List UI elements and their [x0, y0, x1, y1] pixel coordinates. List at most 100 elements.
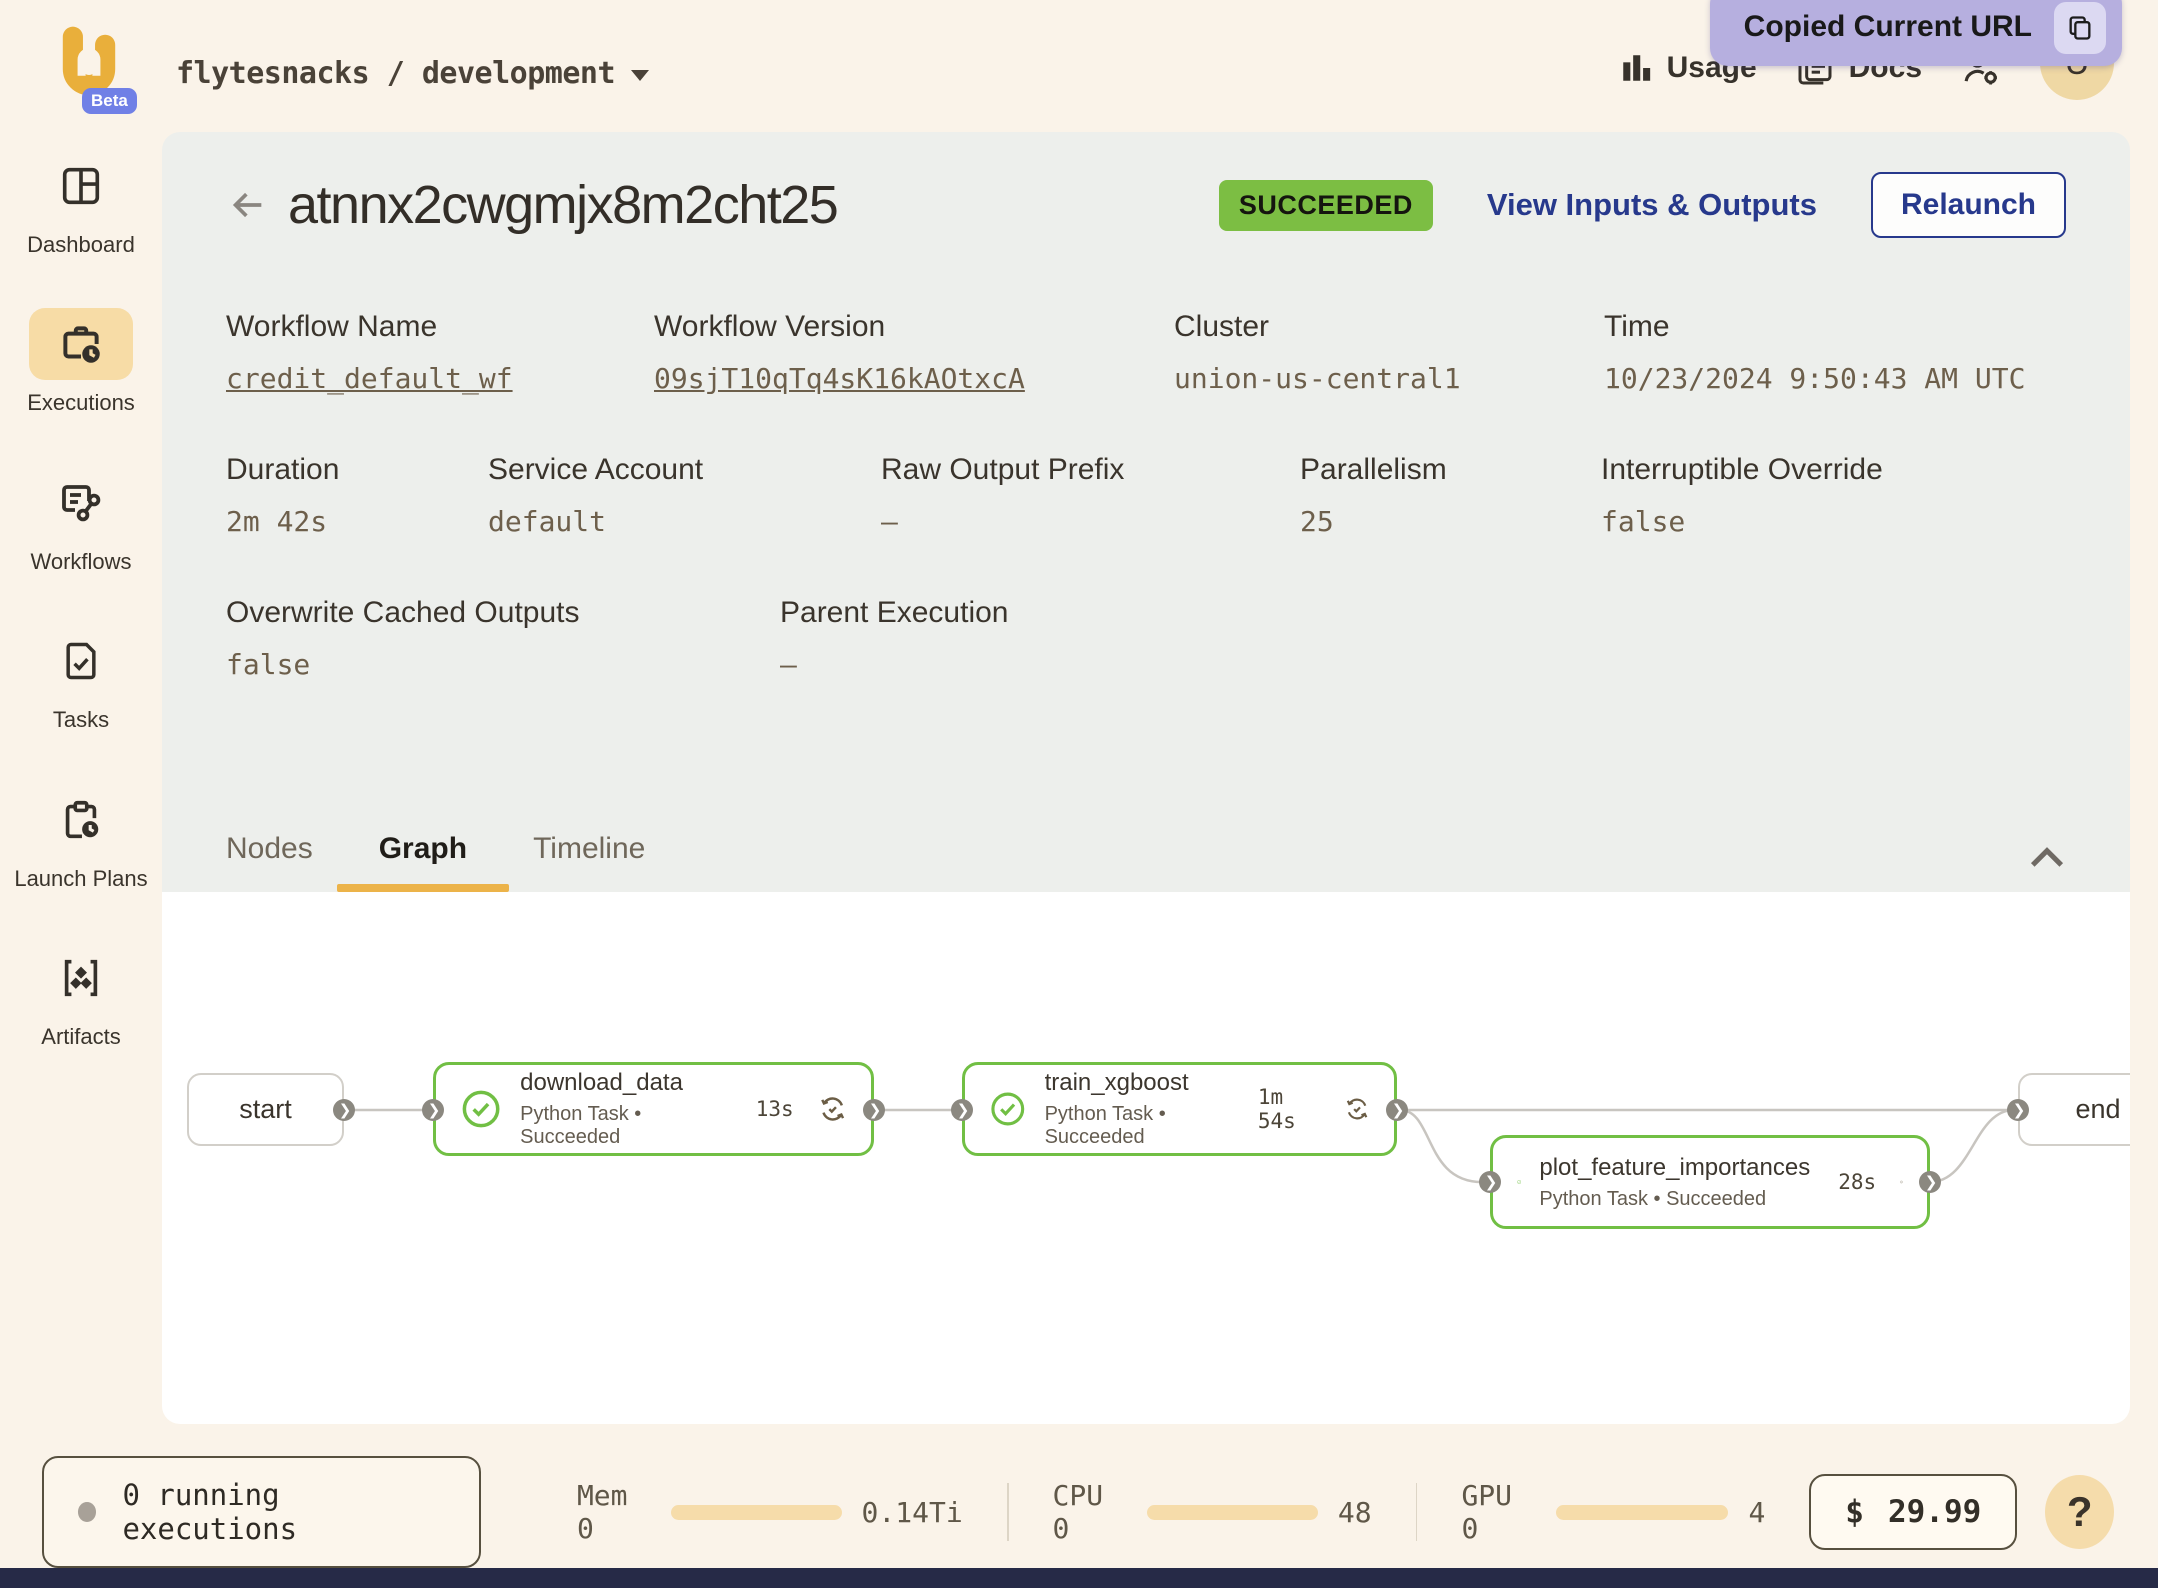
meta-field-raw-output-prefix: Raw Output Prefix –	[881, 453, 1300, 538]
graph-node-download-data[interactable]: download_data Python Task • Succeeded 13…	[433, 1062, 874, 1156]
tab-bar: Nodes Graph Timeline	[226, 808, 2066, 892]
graph-node-plot-feature-importances[interactable]: plot_feature_importances Python Task • S…	[1490, 1135, 1930, 1229]
workflow-version-link[interactable]: 09sjT10qTq4sK16kAOtxcA	[654, 362, 1174, 395]
meta-field-overwrite-cached-outputs: Overwrite Cached Outputs false	[226, 596, 780, 681]
copied-url-toast: Copied Current URL	[1710, 0, 2122, 66]
node-label: end	[2075, 1094, 2120, 1125]
workflow-name-link[interactable]: credit_default_wf	[226, 362, 654, 395]
check-circle-icon	[989, 1086, 1027, 1132]
memory-meter: Mem 0 0.14Ti	[533, 1479, 1007, 1545]
execution-detail-card: atnnx2cwgmjx8m2cht25 SUCCEEDED View Inpu…	[162, 132, 2130, 892]
port-icon: ❯	[333, 1099, 355, 1121]
artifacts-icon	[58, 955, 104, 1001]
meta-field-workflow-version: Workflow Version 09sjT10qTq4sK16kAOtxcA	[654, 310, 1174, 395]
gpu-meter: GPU 0 4	[1417, 1479, 1809, 1545]
cpu-meter: CPU 0 48	[1009, 1479, 1416, 1545]
check-circle-icon	[1517, 1159, 1521, 1205]
collapse-panel-button[interactable]	[2028, 844, 2066, 892]
task-meta: Python Task • Succeeded	[1539, 1188, 1810, 1211]
tasks-icon	[59, 639, 103, 683]
meta-field-parent-execution: Parent Execution –	[780, 596, 1008, 681]
meta-field-cluster: Cluster union-us-central1	[1174, 310, 1604, 395]
relaunch-button[interactable]: Relaunch	[1871, 172, 2066, 238]
cost-value: 29.99	[1888, 1494, 1981, 1530]
port-icon: ❯	[1919, 1171, 1941, 1193]
copy-button[interactable]	[2054, 2, 2106, 54]
bottom-edge-strip	[0, 1568, 2158, 1588]
port-icon: ❯	[863, 1099, 885, 1121]
task-duration: 28s	[1838, 1170, 1876, 1194]
breadcrumb[interactable]: flytesnacks / development	[176, 56, 649, 91]
workflow-graph[interactable]: start download_data Python Task • Succee…	[162, 892, 2130, 1424]
running-executions-pill[interactable]: 0 running executions	[42, 1456, 481, 1568]
sidebar-item-dashboard[interactable]: Dashboard	[6, 150, 156, 258]
sidebar-label: Artifacts	[41, 1024, 120, 1050]
info-icon	[1900, 1167, 1903, 1197]
copy-icon	[2066, 14, 2094, 42]
sidebar-item-launch-plans[interactable]: Launch Plans	[6, 784, 156, 892]
toast-message: Copied Current URL	[1744, 10, 2032, 46]
sidebar-item-artifacts[interactable]: Artifacts	[6, 942, 156, 1050]
dashboard-icon	[58, 163, 104, 209]
meta-field-duration: Duration 2m 42s	[226, 453, 488, 538]
arrow-left-icon	[228, 185, 268, 225]
launch-plans-icon	[58, 797, 104, 843]
bar-chart-icon	[1619, 51, 1653, 85]
beta-badge: Beta	[82, 88, 137, 114]
task-meta: Python Task • Succeeded	[1045, 1103, 1230, 1149]
port-icon: ❯	[1479, 1171, 1501, 1193]
sidebar: Dashboard Executions Workflows Tasks	[0, 150, 162, 1050]
tab-nodes[interactable]: Nodes	[226, 832, 313, 892]
task-duration: 13s	[756, 1097, 794, 1121]
node-label: start	[239, 1094, 292, 1125]
dollar-icon: $	[1845, 1494, 1864, 1530]
running-executions-label: 0 running executions	[122, 1478, 444, 1546]
status-badge: SUCCEEDED	[1219, 180, 1433, 231]
back-button[interactable]	[226, 183, 270, 227]
task-name: train_xgboost	[1045, 1069, 1230, 1097]
sidebar-item-workflows[interactable]: Workflows	[6, 467, 156, 575]
task-name: plot_feature_importances	[1539, 1154, 1810, 1182]
graph-node-train-xgboost[interactable]: train_xgboost Python Task • Succeeded 1m…	[962, 1062, 1397, 1156]
help-label: ?	[2067, 1488, 2093, 1536]
graph-node-end[interactable]: end	[2018, 1073, 2130, 1146]
chevron-up-icon	[2028, 844, 2066, 870]
task-meta: Python Task • Succeeded	[520, 1103, 728, 1149]
cache-icon	[818, 1093, 847, 1125]
meta-field-interruptible-override: Interruptible Override false	[1601, 453, 1883, 538]
sidebar-label: Launch Plans	[14, 866, 147, 892]
help-button[interactable]: ?	[2045, 1475, 2114, 1549]
meta-field-time: Time 10/23/2024 9:50:43 AM UTC	[1604, 310, 2025, 395]
gpu-meter-bar	[1556, 1505, 1728, 1520]
tab-graph[interactable]: Graph	[379, 832, 467, 892]
tab-timeline[interactable]: Timeline	[533, 832, 645, 892]
port-icon: ❯	[422, 1099, 444, 1121]
cost-button[interactable]: $ 29.99	[1809, 1474, 2017, 1550]
execution-title: atnnx2cwgmjx8m2cht25	[288, 174, 837, 236]
chevron-down-icon	[631, 70, 649, 81]
task-duration: 1m 54s	[1258, 1085, 1320, 1133]
port-icon: ❯	[951, 1099, 973, 1121]
cpu-meter-bar	[1147, 1505, 1318, 1520]
sidebar-label: Tasks	[53, 707, 109, 733]
cache-icon	[1344, 1093, 1370, 1125]
executions-icon	[56, 319, 106, 369]
meta-field-service-account: Service Account default	[488, 453, 881, 538]
workflows-icon	[57, 479, 105, 527]
status-dot	[78, 1502, 96, 1522]
status-footer: 0 running executions Mem 0 0.14Ti CPU 0 …	[0, 1462, 2158, 1562]
view-inputs-outputs-link[interactable]: View Inputs & Outputs	[1487, 187, 1817, 223]
sidebar-label: Dashboard	[27, 232, 135, 258]
breadcrumb-label: flytesnacks / development	[176, 56, 615, 91]
sidebar-item-tasks[interactable]: Tasks	[6, 625, 156, 733]
sidebar-item-executions[interactable]: Executions	[6, 308, 156, 416]
memory-meter-bar	[671, 1505, 842, 1520]
sidebar-label: Executions	[27, 390, 135, 416]
sidebar-label: Workflows	[30, 549, 131, 575]
port-icon: ❯	[2007, 1099, 2029, 1121]
meta-field-workflow-name: Workflow Name credit_default_wf	[226, 310, 654, 395]
check-circle-icon	[460, 1086, 502, 1132]
union-logo[interactable]: Beta	[46, 26, 132, 112]
graph-node-start[interactable]: start	[187, 1073, 344, 1146]
port-icon: ❯	[1386, 1099, 1408, 1121]
